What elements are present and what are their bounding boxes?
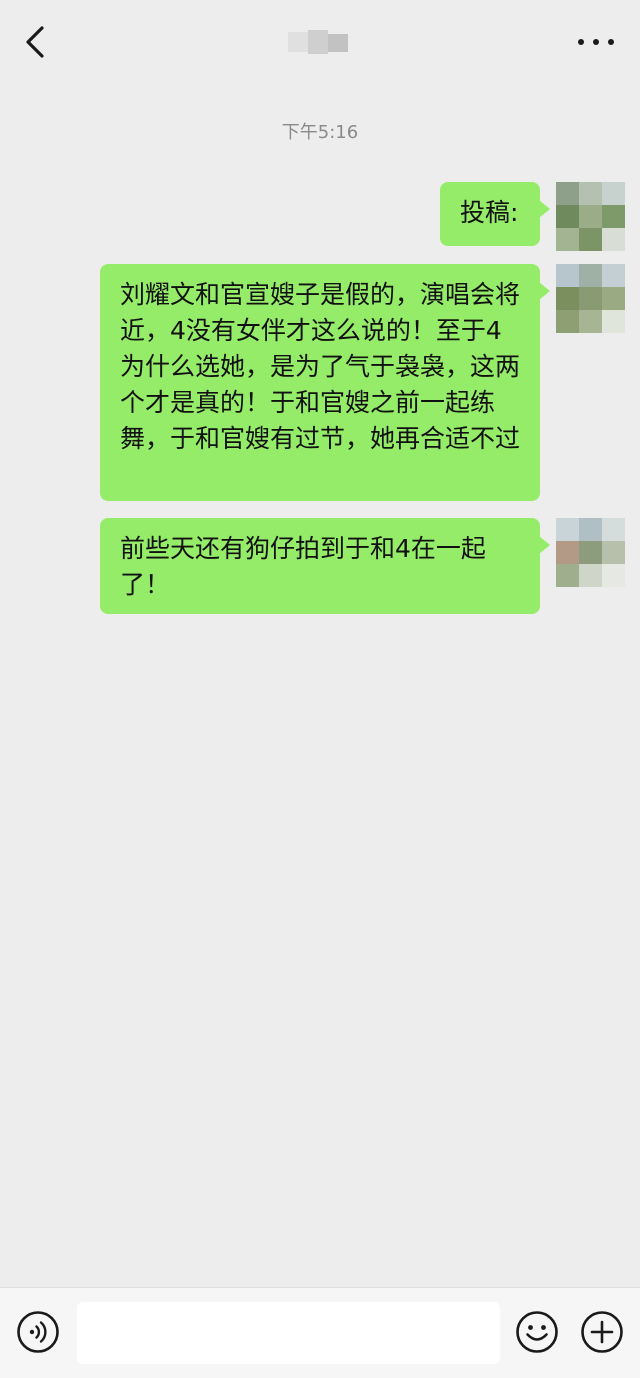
message-text: 刘耀文和官宣嫂子是假的，演唱会将近，4没有女伴才这么说的！至于4为什么选她，是为… xyxy=(120,280,521,453)
avatar[interactable] xyxy=(556,264,626,334)
avatar[interactable] xyxy=(556,518,626,588)
input-bar xyxy=(0,1287,640,1378)
emoji-icon xyxy=(516,1311,558,1353)
message-bubble[interactable]: 投稿: xyxy=(440,182,550,246)
message-text: 前些天还有狗仔拍到于和4在一起了！ xyxy=(120,534,486,599)
plus-icon xyxy=(581,1311,623,1353)
top-bar xyxy=(0,0,640,84)
message-input[interactable] xyxy=(77,1302,500,1364)
message-timestamp: 下午5:16 xyxy=(281,122,359,143)
message-bubble[interactable]: 刘耀文和官宣嫂子是假的，演唱会将近，4没有女伴才这么说的！至于4为什么选她，是为… xyxy=(100,264,550,501)
more-dots-icon xyxy=(578,39,584,45)
avatar[interactable] xyxy=(556,182,626,252)
chat-title-area xyxy=(0,0,640,84)
chat-screen: 下午5:16 投稿: 刘耀文和官宣嫂子是假的，演唱会将近，4没有女伴才这么说的！… xyxy=(0,0,640,1378)
chat-title xyxy=(288,28,352,56)
voice-icon xyxy=(17,1311,59,1353)
voice-button[interactable] xyxy=(16,1310,60,1354)
message-bubble[interactable]: 前些天还有狗仔拍到于和4在一起了！ xyxy=(100,518,550,614)
more-actions-button[interactable] xyxy=(580,1310,624,1354)
message-text: 投稿: xyxy=(460,198,519,227)
emoji-button[interactable] xyxy=(515,1310,559,1354)
more-button[interactable] xyxy=(578,30,614,54)
